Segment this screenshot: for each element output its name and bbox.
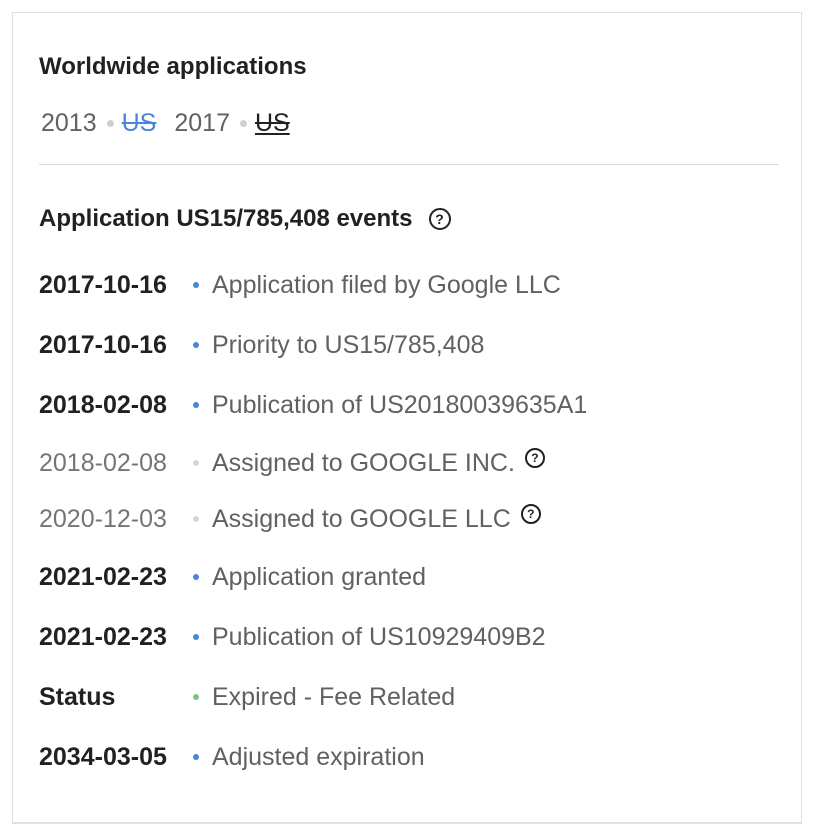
event-dot <box>193 754 199 760</box>
event-dot <box>193 402 199 408</box>
event-row: 2021-02-23 Publication of US10929409B2 <box>39 617 546 657</box>
event-text: Adjusted expiration <box>212 742 425 771</box>
event-row: 2020-12-03 Assigned to GOOGLE LLC ? <box>39 499 541 539</box>
events-heading: Application US15/785,408 events ? <box>39 205 451 233</box>
event-text: Publication of US10929409B2 <box>212 622 546 651</box>
worldwide-year: 2017 <box>174 109 230 137</box>
worldwide-year: 2013 <box>41 109 97 137</box>
events-heading-text: Application US15/785,408 events <box>39 205 413 232</box>
help-circle-icon[interactable]: ? <box>520 504 541 524</box>
event-dot <box>193 460 199 466</box>
patent-events-card: Worldwide applications 2013 US 2017 US A… <box>12 12 802 822</box>
event-text: Priority to US15/785,408 <box>212 330 485 359</box>
event-row: 2018-02-08 Publication of US20180039635A… <box>39 385 587 425</box>
event-text: Application granted <box>212 562 427 591</box>
event-date: 2017-10-16 <box>39 270 167 299</box>
event-row: 2017-10-16 Priority to US15/785,408 <box>39 325 484 365</box>
help-circle-icon[interactable]: ? <box>428 208 451 230</box>
event-row: 2021-02-23 Application granted <box>39 557 426 597</box>
event-dot <box>193 282 199 288</box>
worldwide-country-current: US <box>254 109 290 137</box>
event-text: Assigned to GOOGLE LLC <box>212 504 511 533</box>
event-row: 2017-10-16 Application filed by Google L… <box>39 265 561 305</box>
event-dot <box>193 342 199 348</box>
event-row-status: Status Expired - Fee Related <box>39 677 455 717</box>
section-divider <box>39 164 779 165</box>
separator-dot <box>106 120 114 127</box>
event-dot <box>193 516 199 522</box>
event-text: Assigned to GOOGLE INC. <box>212 448 515 477</box>
event-text: Expired - Fee Related <box>212 682 456 711</box>
event-date: Status <box>39 682 116 711</box>
worldwide-applications-list: 2013 US 2017 US <box>41 109 308 138</box>
event-dot <box>193 574 199 580</box>
event-row: 2034-03-05 Adjusted expiration <box>39 737 425 777</box>
event-date: 2018-02-08 <box>39 390 167 419</box>
event-date: 2021-02-23 <box>39 622 167 651</box>
event-row: 2018-02-08 Assigned to GOOGLE INC. ? <box>39 443 545 483</box>
event-date: 2018-02-08 <box>39 448 167 477</box>
event-date: 2034-03-05 <box>39 742 167 771</box>
event-date: 2021-02-23 <box>39 562 167 591</box>
card-bottom-divider <box>12 822 802 824</box>
event-text: Application filed by Google LLC <box>212 270 561 299</box>
event-date: 2017-10-16 <box>39 330 167 359</box>
worldwide-applications-heading: Worldwide applications <box>39 53 307 80</box>
event-text: Publication of US20180039635A1 <box>212 390 588 419</box>
separator-dot <box>239 120 247 127</box>
worldwide-country-link[interactable]: US <box>122 109 157 138</box>
status-dot <box>193 694 199 700</box>
event-dot <box>193 634 199 640</box>
event-date: 2020-12-03 <box>39 504 167 533</box>
help-circle-icon[interactable]: ? <box>524 448 545 468</box>
